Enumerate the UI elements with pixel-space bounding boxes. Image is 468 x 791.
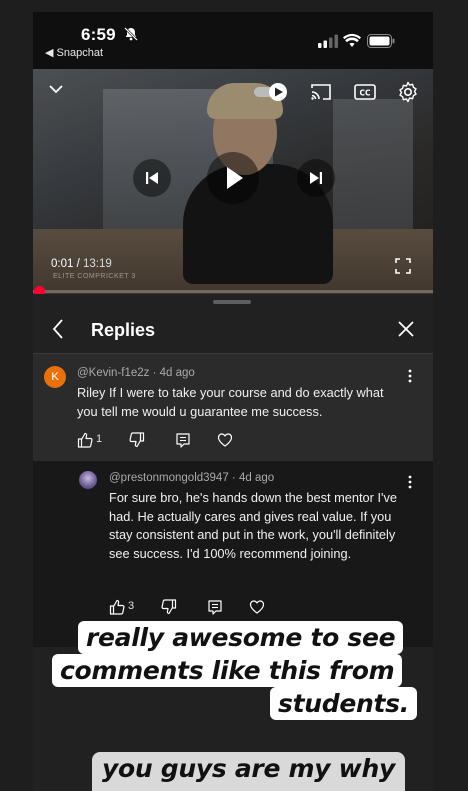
comment-author[interactable]: @Kevin-f1e2z — [77, 367, 149, 379]
back-to-app-link[interactable]: ◀ Snapchat — [45, 46, 103, 59]
minimize-chevron-icon[interactable] — [47, 82, 65, 96]
thumbs-down-icon[interactable] — [129, 432, 145, 448]
cell-signal-icon — [318, 34, 338, 48]
skip-next-icon — [310, 172, 322, 184]
thumbs-up-icon[interactable] — [77, 432, 93, 448]
reply-comment-icon[interactable] — [175, 432, 191, 448]
status-time: 6:59 — [81, 25, 116, 44]
status-bar: 6:59 ◀ Snapchat — [33, 12, 433, 69]
replies-header: Replies — [33, 308, 433, 354]
play-button[interactable] — [207, 152, 259, 204]
duration: 13:19 — [82, 258, 112, 270]
play-icon — [227, 167, 243, 189]
comment-meta: @Kevin-f1e2z · 4d ago — [77, 367, 195, 379]
skip-previous-icon — [146, 172, 158, 184]
story-caption-line-4: you guys are my why — [92, 752, 405, 791]
drag-handle[interactable] — [213, 300, 251, 304]
bell-muted-icon — [124, 27, 138, 41]
avatar[interactable]: K — [44, 366, 66, 388]
video-watermark: ELITE COMPRICKET 3 — [53, 273, 136, 280]
current-time: 0:01 — [51, 258, 74, 270]
heart-icon[interactable] — [249, 599, 265, 615]
heart-icon[interactable] — [217, 432, 233, 448]
progress-scrubber[interactable] — [34, 286, 45, 294]
comment-age: 4d ago — [159, 367, 195, 379]
reply-comment: @prestonmongold3947 · 4d ago For sure br… — [33, 461, 433, 647]
video-player[interactable]: CC 0:01 / 13:19 ELITE COMPRICKET 3 — [33, 69, 433, 294]
comment-actions: 3 — [109, 599, 279, 617]
story-caption-line-1: really awesome to see — [78, 621, 404, 654]
replies-title: Replies — [91, 320, 156, 340]
comment-age: 4d ago — [238, 472, 275, 484]
autoplay-toggle[interactable] — [253, 82, 289, 102]
back-arrow-icon[interactable] — [51, 318, 65, 340]
captions-icon[interactable]: CC — [354, 83, 376, 101]
thumbs-up-icon[interactable] — [109, 599, 125, 615]
next-video-button[interactable] — [297, 159, 335, 197]
battery-icon — [367, 34, 395, 48]
comment-text: For sure bro, he's hands down the best m… — [109, 490, 397, 561]
wifi-icon — [343, 33, 361, 47]
like-count: 1 — [96, 433, 103, 445]
thumbs-down-icon[interactable] — [161, 599, 177, 615]
cast-icon[interactable] — [310, 83, 332, 101]
fullscreen-icon[interactable] — [395, 258, 411, 274]
comment-meta: @prestonmongold3947 · 4d ago — [109, 472, 275, 484]
comment-actions: 1 — [77, 432, 247, 450]
like-count: 3 — [128, 600, 135, 612]
close-icon[interactable] — [397, 320, 415, 338]
comment-text: Riley If I were to take your course and … — [77, 385, 384, 419]
settings-gear-icon[interactable] — [397, 81, 419, 103]
story-caption-line-3: students. — [270, 687, 417, 720]
video-progress-bar[interactable] — [33, 290, 433, 293]
more-options-icon[interactable] — [408, 368, 412, 384]
comment-author[interactable]: @prestonmongold3947 — [109, 472, 229, 484]
more-options-icon[interactable] — [408, 474, 412, 490]
svg-text:CC: CC — [359, 89, 371, 98]
avatar[interactable] — [79, 471, 97, 489]
previous-video-button[interactable] — [133, 159, 171, 197]
parent-comment: K @Kevin-f1e2z · 4d ago Riley If I were … — [33, 354, 433, 461]
time-separator: / — [73, 258, 83, 270]
story-caption-line-2: comments like this from — [52, 654, 403, 687]
video-time: 0:01 / 13:19 — [51, 258, 112, 270]
reply-comment-icon[interactable] — [207, 599, 223, 615]
